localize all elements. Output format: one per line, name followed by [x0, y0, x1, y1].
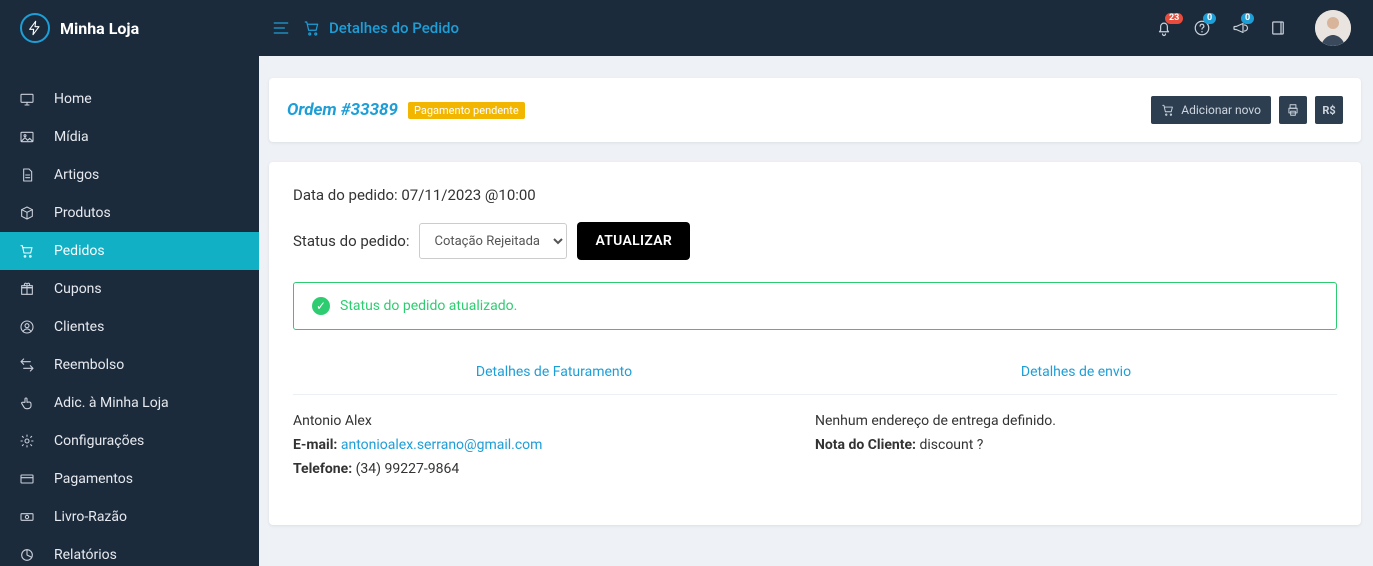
- sidebar-item-label: Cupons: [54, 281, 102, 297]
- refund-icon: [18, 357, 36, 373]
- sidebar-item-media[interactable]: Mídia: [0, 118, 259, 156]
- card-icon: [18, 471, 36, 487]
- gift-icon: [18, 281, 36, 297]
- sidebar-item-coupons[interactable]: Cupons: [0, 270, 259, 308]
- billing-email-link[interactable]: antonioalex.serrano@gmail.com: [341, 437, 543, 453]
- cart-icon: [18, 243, 36, 259]
- sidebar-item-addstore[interactable]: Adic. à Minha Loja: [0, 384, 259, 422]
- note-value: discount ?: [919, 437, 983, 453]
- email-label: E-mail:: [293, 437, 337, 453]
- topbar: Minha Loja Detalhes do Pedido 23 0: [0, 0, 1373, 56]
- success-alert: ✓ Status do pedido atualizado.: [293, 282, 1337, 330]
- order-header-card: Ordem #33389 Pagamento pendente Adiciona…: [269, 78, 1361, 142]
- cart-icon: [303, 19, 321, 37]
- help-icon[interactable]: 0: [1193, 19, 1211, 37]
- brand-title: Minha Loja: [60, 19, 139, 38]
- check-icon: ✓: [312, 297, 330, 315]
- money-icon: [18, 509, 36, 525]
- menu-toggle-icon[interactable]: [271, 18, 291, 38]
- topbar-right: 23 0 0: [1155, 10, 1373, 46]
- sidebar-item-label: Relatórios: [54, 547, 117, 563]
- sidebar-item-payments[interactable]: Pagamentos: [0, 460, 259, 498]
- bell-badge: 23: [1165, 13, 1183, 24]
- sidebar-item-products[interactable]: Produtos: [0, 194, 259, 232]
- main: Ordem #33389 Pagamento pendente Adiciona…: [259, 56, 1373, 566]
- shipping-no-address: Nenhum endereço de entrega definido.: [815, 413, 1337, 429]
- chart-icon: [18, 547, 36, 563]
- sidebar-item-refund[interactable]: Reembolso: [0, 346, 259, 384]
- sidebar-item-label: Home: [54, 91, 92, 107]
- payment-status-badge: Pagamento pendente: [408, 102, 525, 119]
- alert-text: Status do pedido atualizado.: [340, 298, 517, 314]
- sidebar-item-label: Clientes: [54, 319, 104, 335]
- image-icon: [18, 129, 36, 145]
- user-icon: [18, 319, 36, 335]
- megaphone-icon[interactable]: 0: [1231, 19, 1249, 37]
- currency-button[interactable]: R$: [1315, 96, 1343, 124]
- order-body-card: Data do pedido: 07/11/2023 @10:00 Status…: [269, 162, 1361, 525]
- billing-phone: (34) 99227-9864: [356, 461, 460, 477]
- sidebar-item-label: Configurações: [54, 433, 144, 449]
- currency-label: R$: [1322, 104, 1335, 117]
- sidebar-item-label: Pagamentos: [54, 471, 133, 487]
- sidebar-item-label: Livro-Razão: [54, 509, 127, 525]
- page-title: Detalhes do Pedido: [329, 19, 459, 37]
- help-badge: 0: [1203, 13, 1216, 24]
- order-date-text: Data do pedido: 07/11/2023 @10:00: [293, 186, 1337, 204]
- update-button[interactable]: ATUALIZAR: [577, 222, 690, 260]
- announce-badge: 0: [1241, 13, 1254, 24]
- phone-label: Telefone:: [293, 461, 352, 477]
- brand[interactable]: Minha Loja: [0, 0, 259, 56]
- sidebar-item-home[interactable]: Home: [0, 80, 259, 118]
- sidebar-item-reports[interactable]: Relatórios: [0, 536, 259, 566]
- sidebar-item-articles[interactable]: Artigos: [0, 156, 259, 194]
- pointer-icon: [18, 395, 36, 411]
- gear-icon: [18, 433, 36, 449]
- billing-heading: Detalhes de Faturamento: [293, 364, 815, 394]
- note-label: Nota do Cliente:: [815, 437, 916, 453]
- sidebar-item-label: Adic. à Minha Loja: [54, 395, 169, 411]
- sidebar-item-settings[interactable]: Configurações: [0, 422, 259, 460]
- sidebar-item-customers[interactable]: Clientes: [0, 308, 259, 346]
- avatar[interactable]: [1315, 10, 1351, 46]
- box-icon: [18, 205, 36, 221]
- status-select[interactable]: Cotação Rejeitada: [419, 223, 567, 259]
- sidebar-item-orders[interactable]: Pedidos: [0, 232, 259, 270]
- bell-icon[interactable]: 23: [1155, 19, 1173, 37]
- sidebar-item-label: Artigos: [54, 167, 99, 183]
- brand-logo-icon: [20, 13, 50, 43]
- add-new-label: Adicionar novo: [1181, 103, 1261, 117]
- book-icon[interactable]: [1269, 19, 1287, 37]
- section-divider: [293, 394, 1337, 395]
- order-title: Ordem #33389: [287, 100, 398, 120]
- topbar-left: Detalhes do Pedido: [259, 18, 459, 38]
- sidebar-item-label: Produtos: [54, 205, 111, 221]
- billing-name: Antonio Alex: [293, 413, 815, 429]
- shipping-heading: Detalhes de envio: [815, 364, 1337, 394]
- sidebar-item-ledger[interactable]: Livro-Razão: [0, 498, 259, 536]
- status-label: Status do pedido:: [293, 232, 409, 250]
- sidebar-item-label: Pedidos: [54, 243, 105, 259]
- monitor-icon: [18, 91, 36, 107]
- print-button[interactable]: [1279, 96, 1307, 124]
- file-icon: [18, 167, 36, 183]
- sidebar-item-label: Mídia: [54, 129, 89, 145]
- sidebar: Home Mídia Artigos Produtos Pedidos Cupo…: [0, 56, 259, 566]
- sidebar-item-label: Reembolso: [54, 357, 124, 373]
- add-new-button[interactable]: Adicionar novo: [1151, 96, 1271, 124]
